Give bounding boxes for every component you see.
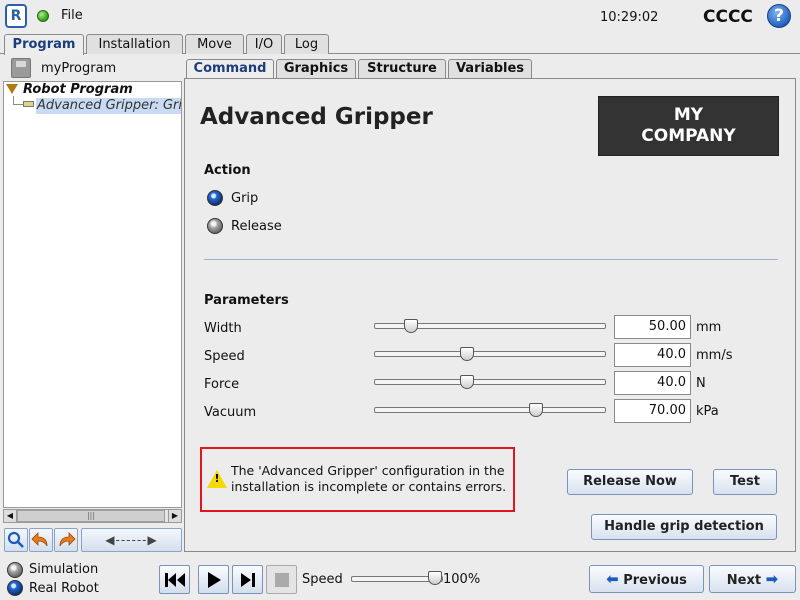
tab-command[interactable]: Command [186, 59, 274, 78]
tree-node-advanced-gripper[interactable]: Advanced Gripper: Grip [36, 98, 181, 114]
arrow-left-icon: ⬅ [606, 570, 619, 588]
scroll-right-icon[interactable]: ▶ [168, 509, 182, 523]
gripper-node-icon [23, 101, 34, 107]
step-icon[interactable] [232, 565, 263, 594]
speed-label: Speed [302, 572, 343, 587]
top-bar [0, 0, 800, 32]
parameters-section-title: Parameters [204, 293, 289, 308]
robot-name: CCCC [703, 7, 753, 27]
vacuum-label: Vacuum [204, 405, 257, 420]
vacuum-input[interactable]: 70.00 [614, 399, 691, 423]
company-logo: MY COMPANY [598, 96, 779, 156]
next-label: Next [726, 573, 762, 588]
scroll-left-icon[interactable]: ◀ [3, 509, 17, 523]
action-section-title: Action [204, 163, 251, 178]
speed-param-slider-thumb[interactable] [459, 347, 474, 361]
vacuum-slider[interactable] [374, 407, 606, 413]
redo-icon[interactable] [54, 528, 78, 552]
real-robot-label[interactable]: Real Robot [29, 581, 99, 596]
clock: 10:29:02 [600, 10, 659, 25]
tab-move[interactable]: Move [185, 34, 244, 54]
vacuum-unit: kPa [696, 404, 719, 419]
speed-param-label: Speed [204, 349, 245, 364]
force-slider-thumb[interactable] [459, 375, 474, 389]
simulation-label[interactable]: Simulation [29, 562, 98, 577]
page-title: Advanced Gripper [200, 104, 433, 130]
collapse-arrow-icon[interactable] [6, 84, 18, 94]
previous-button[interactable]: ⬅ Previous [589, 565, 704, 593]
width-input[interactable]: 50.00 [614, 315, 691, 339]
company-logo-line2: COMPANY [641, 126, 736, 146]
width-unit: mm [696, 320, 722, 335]
previous-label: Previous [623, 573, 687, 588]
warning-mark-icon: ! [214, 472, 220, 485]
grip-radio[interactable] [207, 190, 223, 206]
grip-radio-label[interactable]: Grip [231, 191, 258, 206]
undo-icon[interactable] [29, 528, 53, 552]
tab-graphics[interactable]: Graphics [276, 59, 356, 78]
force-input[interactable]: 40.0 [614, 371, 691, 395]
move-node-arrows-icon[interactable]: ◀‑‑‑‑‑‑▶ [81, 528, 182, 552]
release-radio-label[interactable]: Release [231, 219, 282, 234]
handle-grip-detection-button[interactable]: Handle grip detection [591, 514, 777, 540]
help-icon[interactable]: ? [767, 4, 791, 28]
width-slider-thumb[interactable] [404, 319, 419, 333]
tree-node-robot-program[interactable]: Robot Program [23, 82, 133, 97]
scrollbar-thumb[interactable]: ||| [17, 510, 165, 522]
release-now-button[interactable]: Release Now [567, 469, 693, 495]
tab-io[interactable]: I/O [246, 34, 282, 54]
release-radio[interactable] [207, 218, 223, 234]
program-name: myProgram [41, 61, 117, 76]
speed-slider-thumb[interactable] [428, 571, 442, 585]
arrow-right-icon: ➡ [765, 570, 779, 588]
skip-to-start-icon[interactable] [159, 565, 190, 594]
simulation-radio[interactable] [7, 562, 23, 578]
program-tree[interactable] [3, 81, 182, 508]
file-menu[interactable]: File [61, 8, 83, 23]
tab-log[interactable]: Log [284, 34, 329, 54]
save-program-icon[interactable] [11, 58, 31, 78]
tab-program[interactable]: Program [4, 34, 84, 55]
speed-param-slider[interactable] [374, 351, 606, 357]
section-divider [204, 259, 778, 260]
tab-structure[interactable]: Structure [358, 59, 446, 78]
test-button[interactable]: Test [713, 469, 777, 495]
force-slider[interactable] [374, 379, 606, 385]
width-label: Width [204, 321, 242, 336]
stop-icon [266, 565, 297, 594]
ur-logo-icon[interactable]: R [5, 4, 27, 28]
speed-param-input[interactable]: 40.0 [614, 343, 691, 367]
force-label: Force [204, 377, 240, 392]
search-icon[interactable] [4, 528, 28, 552]
play-icon[interactable] [198, 565, 229, 594]
tab-variables[interactable]: Variables [448, 59, 532, 78]
speed-param-unit: mm/s [696, 348, 733, 363]
speed-value: 100% [443, 572, 481, 587]
tree-connector [13, 104, 23, 105]
error-message: The 'Advanced Gripper' configuration in … [231, 463, 507, 494]
tab-installation[interactable]: Installation [86, 34, 183, 54]
force-unit: N [696, 376, 706, 391]
robot-status-icon [37, 10, 49, 22]
real-robot-radio[interactable] [7, 580, 23, 596]
next-button[interactable]: Next ➡ [709, 565, 796, 593]
company-logo-line1: MY [673, 105, 704, 125]
